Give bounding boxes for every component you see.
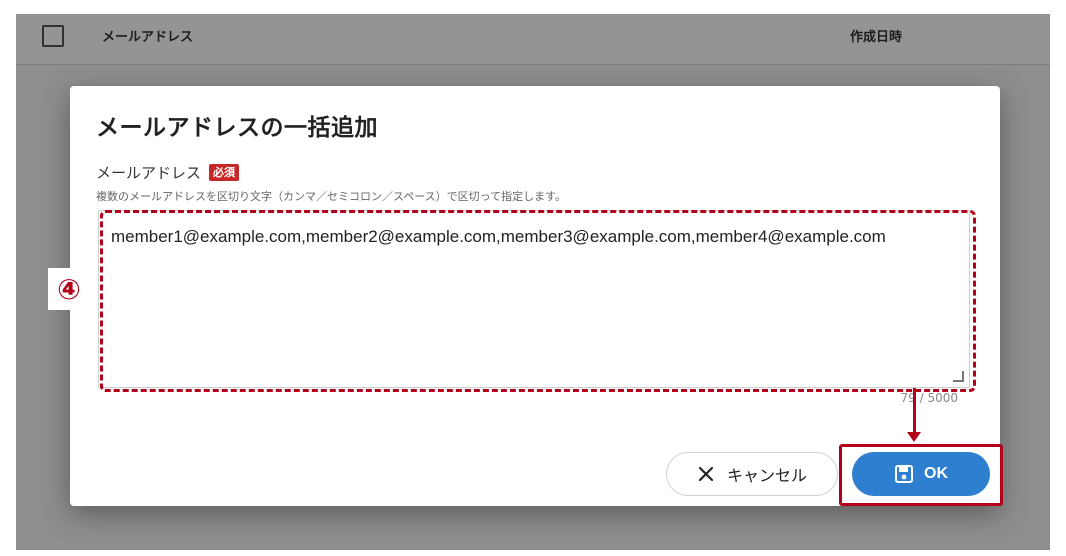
- ok-button-label: OK: [924, 465, 948, 482]
- email-textarea-wrapper: member1@example.com,member2@example.com,…: [98, 210, 970, 388]
- cancel-button-label: キャンセル: [726, 468, 807, 485]
- required-badge: 必須: [209, 164, 240, 181]
- resize-handle-icon[interactable]: [953, 371, 964, 382]
- email-field-help: 複数のメールアドレスを区切り文字（カンマ／セミコロン／スペース）で区切って指定し…: [96, 190, 567, 203]
- save-icon: [895, 465, 913, 483]
- character-counter: 79 / 5000: [900, 391, 958, 405]
- email-field-label-text: メールアドレス: [96, 164, 202, 182]
- bulk-add-email-dialog: メールアドレスの一括追加 メールアドレス 必須 複数のメールアドレスを区切り文字…: [70, 86, 1000, 506]
- annotation-step-number: ④: [48, 268, 90, 310]
- ok-button[interactable]: OK: [852, 452, 990, 496]
- email-textarea[interactable]: member1@example.com,member2@example.com,…: [98, 210, 970, 388]
- cancel-button[interactable]: キャンセル: [666, 452, 838, 496]
- close-icon: [698, 466, 714, 482]
- dialog-title: メールアドレスの一括追加: [96, 115, 378, 141]
- email-field-label: メールアドレス 必須: [96, 162, 240, 183]
